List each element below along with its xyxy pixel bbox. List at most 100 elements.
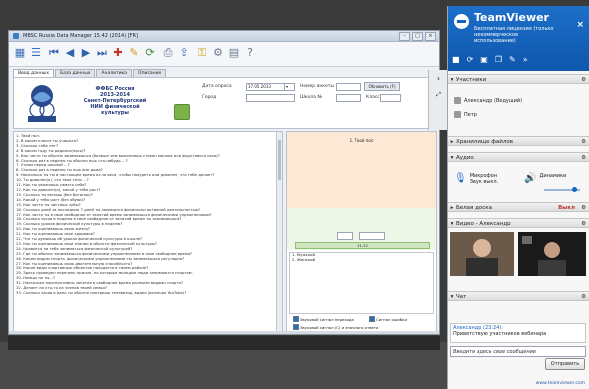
pen-icon[interactable]: ✎ [509,55,516,64]
first-record-icon[interactable]: ⏮ [47,46,61,60]
answer-code-input[interactable] [337,232,353,240]
volume-handle[interactable] [572,187,577,192]
participant-host[interactable]: Александр (Ведущий) [454,97,522,104]
gear-icon[interactable]: ⚙ [581,219,586,229]
table-icon[interactable]: ▦ [13,46,27,60]
copy-icon[interactable]: ❐ [495,55,502,64]
monitor-icon[interactable]: ▣ [480,55,488,64]
participant-petr-name: Петр [464,111,477,118]
chat-log: Александр (23:24): Приветствую участнико… [450,323,586,343]
teamviewer-panel: TeamViewer Бесплатная лицензия (только н… [447,6,589,389]
refresh-icon[interactable]: ⟳ [143,46,157,60]
print-icon[interactable]: ⎙ [161,46,175,60]
volume-slider[interactable] [544,187,580,192]
speakers-control[interactable]: 🔊 Динамики [524,173,566,184]
edit-icon[interactable]: ✎ [127,46,141,60]
chat-input[interactable]: Введите здесь свое сообщение [450,346,586,357]
prev-record-icon[interactable]: ◀ [63,46,77,60]
chevron-right-icon[interactable]: › [429,74,448,83]
upload-photo-button[interactable] [174,104,190,120]
more-icon[interactable]: » [523,55,528,64]
gear-icon[interactable]: ⚙ [581,137,586,147]
checkbox-icon [369,316,375,322]
tab-database[interactable]: База данных [55,69,96,77]
section-video[interactable]: ▾ Видео - Александр ⚙ [448,218,589,228]
class-field[interactable] [380,94,401,102]
section-participants[interactable]: ▾ Участники ⚙ [448,74,589,84]
user-icon [454,97,461,104]
chat-message-text: Приветствую участников вебинара [453,331,547,337]
question-list[interactable]: 1. Твой пол. 2. В каком классе ты учишься… [13,131,283,333]
close-icon[interactable]: × [576,20,584,30]
group-field[interactable] [246,94,295,102]
number-label: Номер анкеты [300,84,334,89]
tab-data-entry[interactable]: Ввод данных [13,69,55,77]
answer-sound-checkbox[interactable]: Звуковой сигнал (С) и значного ответа [293,324,378,330]
export-icon[interactable]: ⇪ [177,46,191,60]
delete-record-icon[interactable]: ✚ [111,46,125,60]
group-label: Город [202,95,217,100]
window-title: MBSC Russia Data Manager 15.42 (2014) [F… [23,33,138,39]
video-feed-petr[interactable] [518,232,586,276]
answer-value-input[interactable] [359,232,385,240]
send-button[interactable]: Отправить [545,358,585,370]
gear-icon[interactable]: ⚙ [581,75,586,85]
toolbar: ▦ ☰ ⏮ ◀ ▶ ⏭ ✚ ✎ ⟳ ⎙ ⇪ ⚿ ⚙ ▤ ? [9,42,439,67]
participant-host-name: Александр (Ведущий) [464,97,523,104]
data-manager-window: MBSC Russia Data Manager 15.42 (2014) [F… [8,30,440,335]
list-icon[interactable]: ☰ [29,46,43,60]
section-whiteboard[interactable]: ▸ Белая доска Выкл ⚙ [448,202,589,212]
refresh-button[interactable]: Обновить (F) [364,82,400,91]
question-scrollbar[interactable] [276,132,282,332]
next-record-icon[interactable]: ▶ [79,46,93,60]
key-icon[interactable]: ⚿ [195,46,209,60]
header-panel: ФФБС Россия 2013-2014 Санкт-Петербургски… [13,77,437,129]
status-bar [9,331,439,334]
school-field[interactable] [336,94,361,102]
prev-sound-checkbox[interactable]: Звуковой сигнал перехода [293,316,354,322]
user-icon [454,111,461,118]
checkbox-icon [293,316,299,322]
chevron-down-icon: ▾ [450,155,454,161]
gear-icon[interactable]: ⚙ [581,153,586,163]
section-chat[interactable]: ▾ Чат ⚙ [448,291,589,301]
teamviewer-url[interactable]: www.teamviewer.com [536,381,585,386]
section-files[interactable]: ▸ Хранилище файлов ⚙ [448,136,589,146]
maximize-button[interactable]: □ [412,32,423,41]
last-record-icon[interactable]: ⏭ [95,46,109,60]
video-feed-host[interactable] [450,232,514,276]
stop-sharing-icon[interactable]: ■ [452,55,460,64]
whiteboard-toggle[interactable]: Выкл [558,203,575,213]
section-audio[interactable]: ▾ Аудио ⚙ [448,152,589,162]
expand-icon[interactable]: ⤢ [429,91,448,99]
gear-icon[interactable]: ⚙ [581,292,586,302]
chevron-down-icon: ▾ [450,294,454,300]
teamviewer-brand: TeamViewer [474,11,549,24]
mic-state: Звук выкл. [469,179,499,185]
section-video-label: Видео - Александр [456,221,511,227]
option-female[interactable]: 2. Женский [290,257,433,263]
date-field[interactable]: 17.05.2013 [246,83,285,91]
help-icon[interactable]: ? [243,46,257,60]
error-sound-checkbox[interactable]: Сигнал ошибки [369,316,407,322]
participant-petr[interactable]: Петр [454,111,477,118]
chart-icon[interactable]: ▤ [227,46,241,60]
settings-icon[interactable]: ⚙ [211,46,225,60]
gear-icon[interactable]: ⚙ [581,203,586,213]
minimize-button[interactable]: – [399,32,410,41]
calendar-dropdown[interactable]: ▾ [284,83,295,91]
number-field[interactable] [336,83,361,91]
sync-icon[interactable]: ⟳ [467,55,474,64]
chevron-right-icon: ▸ [450,205,454,211]
class-label: Класс [366,95,380,100]
close-button[interactable]: × [425,32,436,41]
tab-description[interactable]: Описание [133,69,167,77]
tab-analytics[interactable]: Аналитика [96,69,133,77]
speakers-label: Динамики [539,173,567,179]
panel-collapse-strip[interactable]: › ⤢ [428,70,448,130]
question-item[interactable]: 33. Сколько часов в день ты обычно смотр… [16,291,282,296]
progress-bar: 11.22 [295,242,430,249]
mic-control[interactable]: 🎙 Микрофон Звук выкл. [454,173,498,185]
chevron-right-icon: ▸ [450,139,454,145]
dark-pane [8,336,440,350]
